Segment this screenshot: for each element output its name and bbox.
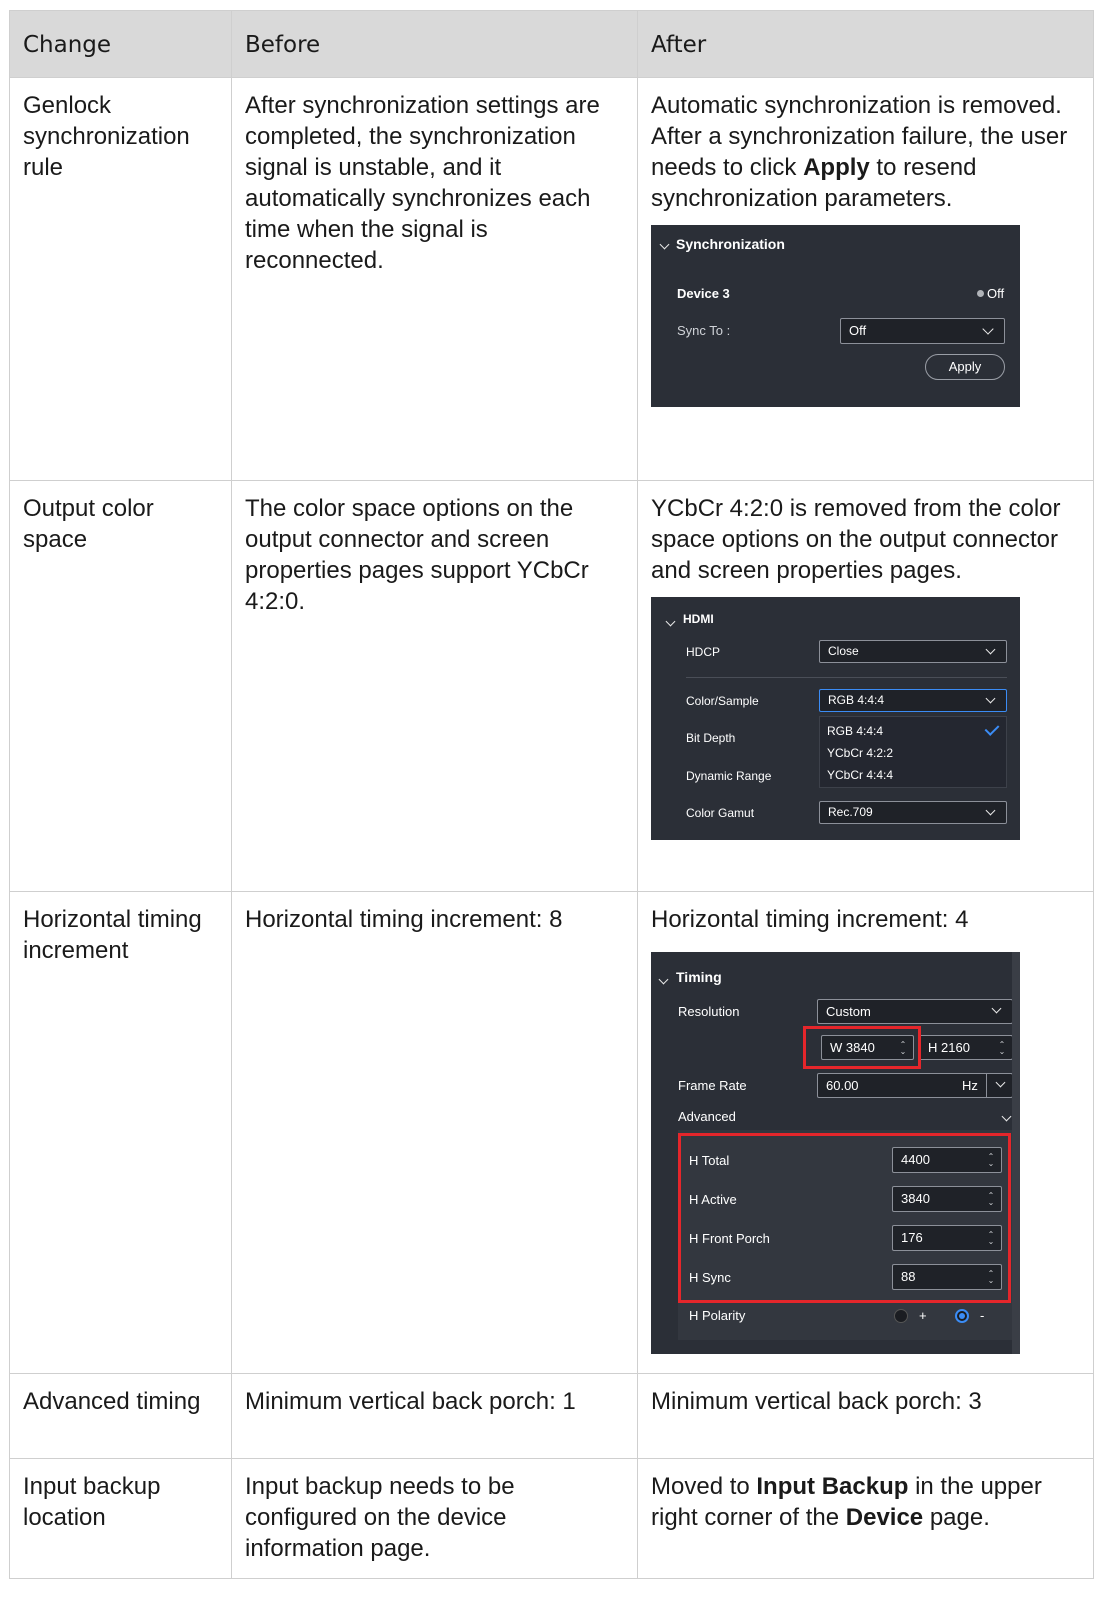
resolution-value: Custom <box>826 1004 871 1019</box>
cell-after: Automatic synchronization is removed. Af… <box>637 77 1094 481</box>
sync-to-label: Sync To : <box>677 323 731 338</box>
header-after: After <box>637 10 1094 78</box>
chevron-down-icon <box>985 805 996 816</box>
color-gamut-label: Color Gamut <box>686 806 755 820</box>
color-gamut-select[interactable]: Rec.709 <box>819 801 1007 824</box>
cell-after: YCbCr 4:2:0 is removed from the color sp… <box>637 480 1094 892</box>
table-row: Genlock synchronization rule After synch… <box>9 77 1094 481</box>
advanced-chevron-icon[interactable] <box>1001 1108 1012 1124</box>
hdcp-value: Close <box>828 644 859 658</box>
cell-change: Input backup location <box>9 1458 232 1579</box>
resolution-select[interactable]: Custom <box>817 999 1013 1024</box>
dropdown-option[interactable]: YCbCr 4:4:4 <box>827 767 893 783</box>
cell-change: Genlock synchronization rule <box>9 77 232 481</box>
sync-panel-title: Synchronization <box>676 236 785 252</box>
frame-rate-unit: Hz <box>962 1078 978 1093</box>
polarity-minus-radio[interactable] <box>955 1309 969 1323</box>
cell-before: Horizontal timing increment: 8 <box>231 891 638 1374</box>
dropdown-option[interactable]: RGB 4:4:4 <box>827 723 883 739</box>
collapse-chevron-icon[interactable] <box>659 236 670 252</box>
timing-panel-screenshot: Timing Resolution Custom W 3840 ⌃ ⌄ H 216… <box>651 952 1020 1354</box>
advanced-label: Advanced <box>678 1109 736 1124</box>
after-bold-device: Device <box>845 1504 924 1531</box>
polarity-plus-radio[interactable] <box>894 1309 908 1323</box>
collapse-chevron-icon[interactable] <box>658 971 669 987</box>
table-row: Advanced timing Minimum vertical back po… <box>9 1373 1094 1459</box>
device-label: Device 3 <box>677 286 730 301</box>
device-status-text: Off <box>987 286 1005 301</box>
chevron-down-icon <box>985 693 996 704</box>
highlight-box <box>803 1026 921 1069</box>
hdcp-label: HDCP <box>686 645 721 659</box>
apply-button[interactable]: Apply <box>925 354 1005 380</box>
color-sample-select[interactable]: RGB 4:4:4 <box>819 689 1007 712</box>
frame-rate-value: 60.00 <box>826 1078 859 1093</box>
highlight-box <box>678 1133 1011 1303</box>
sync-to-select[interactable]: Off <box>840 318 1005 344</box>
resolution-label: Resolution <box>678 1004 740 1019</box>
hdmi-panel-title: HDMI <box>683 612 714 626</box>
after-text: Moved to <box>651 1473 757 1500</box>
timing-panel-title: Timing <box>676 969 722 985</box>
change-table: Change Before After Genlock synchronizat… <box>9 10 1094 1579</box>
divider <box>986 1074 987 1097</box>
cell-before: Input backup needs to be configured on t… <box>231 1458 638 1579</box>
after-text-end: page. <box>923 1504 990 1531</box>
after-text: YCbCr 4:2:0 is removed from the color sp… <box>651 495 1061 584</box>
cell-before: Minimum vertical back porch: 1 <box>231 1373 638 1459</box>
table-row: Output color space The color space optio… <box>9 480 1094 892</box>
cell-after: Moved to Input Backup in the upper right… <box>637 1458 1094 1579</box>
frame-rate-label: Frame Rate <box>678 1078 747 1093</box>
polarity-plus-label: + <box>919 1308 927 1323</box>
table-row: Input backup location Input backup needs… <box>9 1458 1094 1579</box>
dropdown-option[interactable]: YCbCr 4:2:2 <box>827 745 893 761</box>
color-gamut-value: Rec.709 <box>828 805 873 819</box>
sync-panel-screenshot: Synchronization Device 3 Off Sync To : O… <box>651 225 1020 407</box>
cell-before: The color space options on the output co… <box>231 480 638 892</box>
device-status: Off <box>977 286 1004 302</box>
chevron-down-icon <box>982 323 994 335</box>
polarity-minus-label: - <box>980 1308 985 1323</box>
chevron-down-icon <box>985 644 996 655</box>
table-header-row: Change Before After <box>9 10 1094 78</box>
color-sample-dropdown: RGB 4:4:4 YCbCr 4:2:2 YCbCr 4:4:4 <box>819 716 1007 788</box>
table-row: Horizontal timing increment Horizontal t… <box>9 891 1094 1374</box>
after-bold-input-backup: Input Backup <box>756 1473 909 1500</box>
collapse-chevron-icon[interactable] <box>665 613 676 629</box>
hdcp-select[interactable]: Close <box>819 640 1007 663</box>
cell-before: After synchronization settings are compl… <box>231 77 638 481</box>
spinner-icon[interactable]: ⌃ ⌄ <box>998 1041 1006 1056</box>
divider <box>686 677 1007 678</box>
header-before: Before <box>231 10 638 78</box>
after-text: Horizontal timing increment: 4 <box>651 906 969 933</box>
chevron-down-icon <box>995 1077 1006 1088</box>
color-sample-value: RGB 4:4:4 <box>828 693 885 707</box>
cell-change: Horizontal timing increment <box>9 891 232 1374</box>
cell-after: Horizontal timing increment: 4 Timing Re… <box>637 891 1094 1374</box>
hdmi-panel-screenshot: HDMI HDCP Close Color/Sample RGB 4:4:4 R… <box>651 597 1020 840</box>
frame-rate-input[interactable]: 60.00 Hz <box>817 1073 1013 1098</box>
check-icon <box>984 721 1000 736</box>
cell-change: Output color space <box>9 480 232 892</box>
bit-depth-label: Bit Depth <box>686 731 736 745</box>
h-polarity-label: H Polarity <box>689 1308 746 1323</box>
chevron-down-icon <box>991 1003 1002 1014</box>
sync-to-value: Off <box>849 323 867 338</box>
dynamic-range-label: Dynamic Range <box>686 769 772 783</box>
scrollbar[interactable] <box>1012 952 1020 1354</box>
cell-change: Advanced timing <box>9 1373 232 1459</box>
height-input[interactable]: H 2160 ⌃ ⌄ <box>919 1035 1013 1060</box>
after-bold-apply: Apply <box>803 154 870 181</box>
status-dot-icon <box>977 290 984 297</box>
header-change: Change <box>9 10 232 78</box>
cell-after: Minimum vertical back porch: 3 <box>637 1373 1094 1459</box>
color-sample-label: Color/Sample <box>686 694 759 708</box>
height-value: H 2160 <box>928 1040 970 1055</box>
